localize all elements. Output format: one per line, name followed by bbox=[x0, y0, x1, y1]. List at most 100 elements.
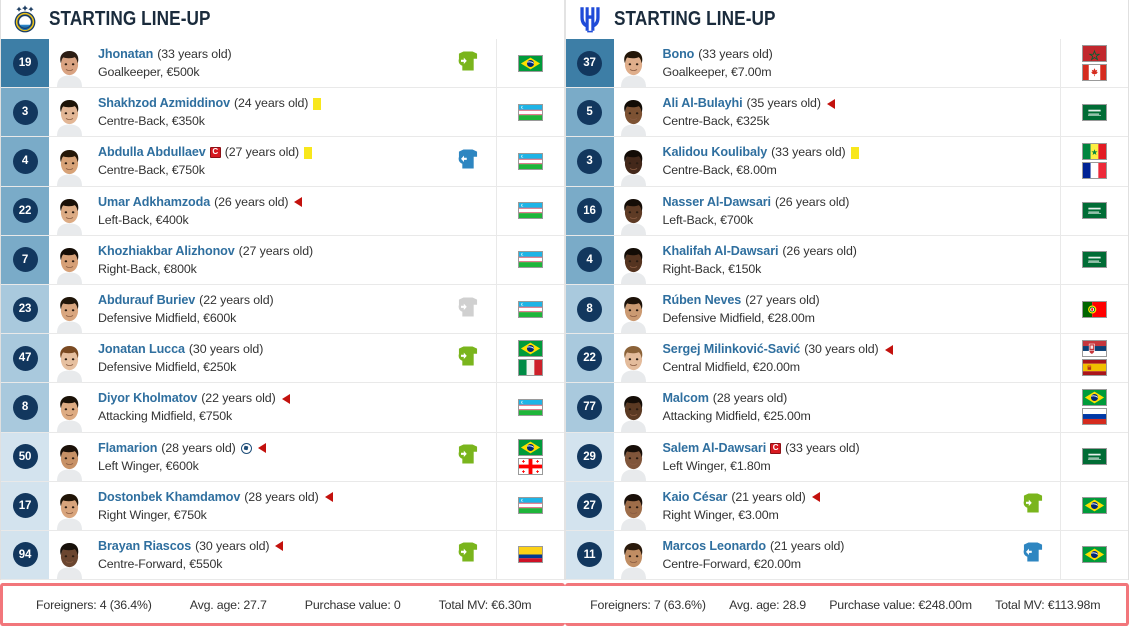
player-portrait[interactable] bbox=[49, 88, 89, 137]
player-row[interactable]: 17 Dostonbek Khamdamov (28 years old) Right… bbox=[1, 481, 564, 531]
substitution-cell bbox=[1004, 235, 1060, 284]
player-row[interactable]: 23 Abdurauf Buriev (22 years old) Defensive… bbox=[1, 284, 564, 335]
player-row[interactable]: 5 Ali Al-Bulayhi (35 years old) Centre-Back… bbox=[565, 88, 1128, 138]
substitution-in-icon[interactable] bbox=[454, 345, 482, 372]
player-portrait[interactable] bbox=[49, 433, 89, 481]
player-portrait[interactable] bbox=[614, 531, 654, 580]
player-portrait[interactable] bbox=[614, 285, 654, 334]
player-row[interactable]: 7 Khozhiakbar Alizhonov (27 years old) Righ… bbox=[1, 235, 564, 285]
flag-icon-br bbox=[517, 340, 543, 358]
player-name-link[interactable]: Khalifah Al-Dawsari bbox=[663, 244, 779, 259]
player-portrait[interactable] bbox=[614, 236, 654, 284]
substitution-cell[interactable] bbox=[439, 432, 496, 481]
player-name-link[interactable]: Malcom bbox=[663, 391, 709, 406]
player-portrait[interactable] bbox=[614, 187, 654, 235]
substitution-in-icon[interactable] bbox=[1019, 492, 1047, 519]
player-portrait[interactable] bbox=[614, 39, 654, 88]
player-name-link[interactable]: Abdulla Abdullaev bbox=[98, 145, 206, 160]
player-portrait[interactable] bbox=[614, 334, 654, 383]
player-face-image bbox=[53, 485, 85, 530]
substitution-cell[interactable] bbox=[1004, 481, 1060, 530]
player-row[interactable]: 27 Kaio César (21 years old) Right Winger, … bbox=[565, 481, 1128, 531]
player-name-link[interactable]: Flamarion bbox=[98, 441, 157, 456]
player-row[interactable]: 3 Shakhzod Azmiddinov (24 years old) Centre… bbox=[1, 88, 564, 138]
player-row[interactable]: 77 Malcom (28 years old) Attacking Midfield… bbox=[565, 383, 1128, 433]
pakhtakor-club-logo[interactable] bbox=[10, 4, 40, 34]
player-row[interactable]: 19 Jhonatan (33 years old) Goalkeeper, €500… bbox=[1, 39, 564, 89]
player-row[interactable]: 4 Abdulla Abdullaev (27 years old) Centre-B… bbox=[1, 137, 564, 187]
substitution-cell[interactable] bbox=[439, 284, 496, 334]
player-row[interactable]: 29 Salem Al-Dawsari (33 years old) Left Win… bbox=[565, 432, 1128, 482]
player-name-link[interactable]: Shakhzod Azmiddinov bbox=[98, 96, 230, 111]
player-portrait[interactable] bbox=[49, 383, 89, 432]
player-row[interactable]: 94 Brayan Riascos (30 years old) Centre-For… bbox=[1, 530, 564, 580]
shirt-number-cell: 7 bbox=[1, 235, 49, 284]
substituted-off-arrow-icon bbox=[884, 344, 893, 355]
player-row[interactable]: 50 Flamarion (28 years old) Left Winger, €6… bbox=[1, 432, 564, 482]
player-name-link[interactable]: Brayan Riascos bbox=[98, 539, 191, 554]
player-name-link[interactable]: Abdurauf Buriev bbox=[98, 293, 195, 308]
player-portrait[interactable] bbox=[49, 531, 89, 580]
al-hilal-club-logo[interactable] bbox=[575, 4, 605, 34]
player-row[interactable]: 22 Sergej Milinković-Savić (30 years old) C… bbox=[565, 334, 1128, 384]
shirt-number-cell: 8 bbox=[565, 284, 614, 334]
player-name-link[interactable]: Nasser Al-Dawsari bbox=[663, 195, 772, 210]
player-name-link[interactable]: Diyor Kholmatov bbox=[98, 391, 197, 406]
player-portrait[interactable] bbox=[614, 88, 654, 137]
player-portrait[interactable] bbox=[49, 137, 89, 186]
player-name-link[interactable]: Rúben Neves bbox=[663, 293, 742, 308]
substitution-inactive-icon[interactable] bbox=[454, 296, 482, 323]
nationality-flags-cell bbox=[495, 383, 564, 432]
player-name-link[interactable]: Sergej Milinković-Savić bbox=[663, 342, 801, 357]
player-face-image bbox=[618, 289, 649, 334]
substitution-out-icon[interactable] bbox=[454, 148, 482, 175]
player-portrait[interactable] bbox=[49, 482, 89, 530]
substitution-cell[interactable] bbox=[439, 530, 496, 580]
player-name-link[interactable]: Umar Adkhamzoda bbox=[98, 195, 210, 210]
player-name-link[interactable]: Khozhiakbar Alizhonov bbox=[98, 244, 235, 259]
player-name-link[interactable]: Ali Al-Bulayhi bbox=[663, 96, 743, 111]
player-portrait[interactable] bbox=[614, 137, 654, 186]
substitution-out-icon[interactable] bbox=[1019, 541, 1047, 568]
player-portrait[interactable] bbox=[614, 433, 654, 481]
player-row[interactable]: 8 Rúben Neves (27 years old) Defensive Midf… bbox=[565, 284, 1128, 335]
substitution-cell[interactable] bbox=[439, 137, 496, 186]
player-name-link[interactable]: Kalidou Koulibaly bbox=[663, 145, 768, 160]
player-portrait[interactable] bbox=[614, 482, 654, 530]
player-info: Flamarion (28 years old) Left Winger, €600… bbox=[89, 433, 440, 481]
shirt-number-badge: 16 bbox=[577, 198, 602, 224]
player-row[interactable]: 22 Umar Adkhamzoda (26 years old) Left-Back… bbox=[1, 186, 564, 236]
player-row[interactable]: 8 Diyor Kholmatov (22 years old) Attacking … bbox=[1, 383, 564, 433]
substitution-cell[interactable] bbox=[439, 39, 496, 88]
player-portrait[interactable] bbox=[49, 236, 89, 284]
player-portrait[interactable] bbox=[614, 383, 654, 432]
player-portrait[interactable] bbox=[49, 334, 89, 383]
substitution-in-icon[interactable] bbox=[454, 541, 482, 568]
player-name-link[interactable]: Jhonatan bbox=[98, 47, 153, 62]
player-row[interactable]: 3 Kalidou Koulibaly (33 years old) Centre-B… bbox=[565, 137, 1128, 187]
player-portrait[interactable] bbox=[49, 285, 89, 334]
player-position-and-value: Right Winger, €3.00m bbox=[662, 507, 779, 522]
substitution-cell[interactable] bbox=[439, 334, 496, 383]
player-portrait[interactable] bbox=[49, 39, 89, 88]
player-portrait[interactable] bbox=[49, 187, 89, 235]
player-name-link[interactable]: Kaio César bbox=[663, 490, 728, 505]
player-row[interactable]: 4 Khalifah Al-Dawsari (26 years old) Right-… bbox=[565, 235, 1128, 285]
player-name-link[interactable]: Jonatan Lucca bbox=[98, 342, 185, 357]
player-row[interactable]: 11 Marcos Leonardo (21 years old) Centre-Fo… bbox=[565, 530, 1128, 580]
player-name-link[interactable]: Dostonbek Khamdamov bbox=[98, 490, 240, 505]
substitution-in-icon[interactable] bbox=[454, 50, 482, 77]
shirt-number-badge: 22 bbox=[577, 345, 602, 371]
player-row[interactable]: 47 Jonatan Lucca (30 years old) Defensive M… bbox=[1, 334, 564, 384]
player-name-link[interactable]: Bono bbox=[663, 47, 695, 62]
player-name-link[interactable]: Salem Al-Dawsari bbox=[663, 441, 767, 456]
player-face-image bbox=[53, 43, 85, 88]
nationality-flags-cell bbox=[1060, 334, 1128, 383]
substitution-in-icon[interactable] bbox=[454, 443, 482, 470]
player-name-link[interactable]: Marcos Leonardo bbox=[663, 539, 767, 554]
nationality-flags-cell bbox=[1060, 481, 1128, 530]
substitution-cell[interactable] bbox=[1004, 530, 1060, 580]
player-row[interactable]: 37 Bono (33 years old) Goalkeeper, €7.00m bbox=[565, 39, 1128, 89]
player-row[interactable]: 16 Nasser Al-Dawsari (26 years old) Left-Ba… bbox=[565, 186, 1128, 236]
shirt-number-cell: 23 bbox=[1, 284, 49, 334]
